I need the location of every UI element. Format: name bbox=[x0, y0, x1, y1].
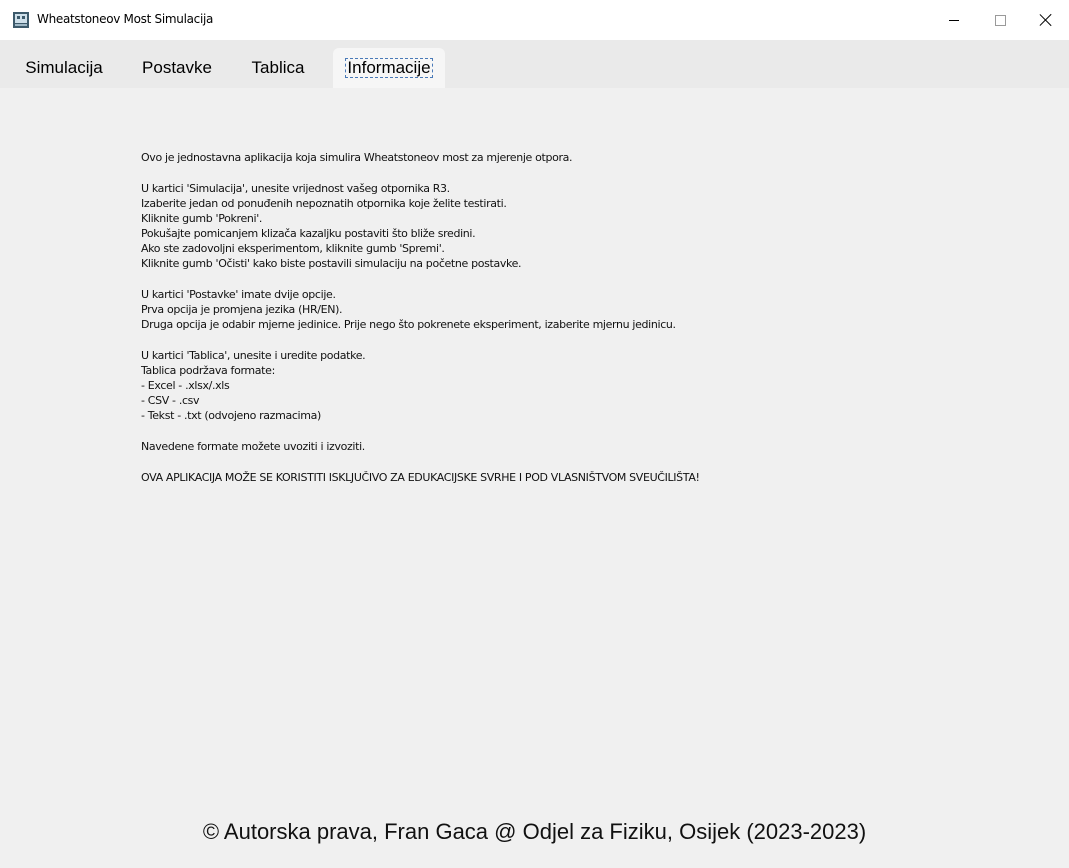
maximize-button[interactable] bbox=[977, 0, 1023, 40]
info-line: Tablica podržava formate: bbox=[141, 364, 275, 377]
info-line: - Tekst - .txt (odvojeno razmacima) bbox=[141, 409, 321, 422]
info-line: Kliknite gumb 'Očisti' kako biste postav… bbox=[141, 257, 522, 270]
app-icon bbox=[13, 12, 29, 28]
info-line: - CSV - .csv bbox=[141, 394, 200, 407]
tab-label: Postavke bbox=[142, 58, 212, 77]
tab-label: Tablica bbox=[251, 58, 305, 77]
maximize-icon bbox=[994, 14, 1006, 26]
info-warning: OVA APLIKACIJA MOŽE SE KORISTITI ISKLJUČ… bbox=[141, 471, 700, 484]
copyright-footer: © Autorska prava, Fran Gaca @ Odjel za F… bbox=[202, 819, 867, 844]
info-line: U kartici 'Postavke' imate dvije opcije. bbox=[141, 288, 336, 301]
tab-postavke[interactable]: Postavke bbox=[129, 48, 225, 88]
tab-bar: Simulacija Postavke Tablica Informacije bbox=[0, 40, 1069, 88]
close-icon bbox=[1039, 13, 1053, 27]
app-window: Wheatstoneov Most Simulacija Simulacija … bbox=[0, 0, 1069, 868]
info-line: U kartici 'Simulacija', unesite vrijedno… bbox=[141, 182, 450, 195]
info-panel: Ovo je jednostavna aplikacija koja simul… bbox=[0, 88, 1069, 868]
close-button[interactable] bbox=[1023, 0, 1069, 40]
info-line: Druga opcija je odabir mjerne jedinice. … bbox=[141, 318, 676, 331]
info-line: Izaberite jedan od ponuđenih nepoznatih … bbox=[141, 197, 507, 210]
minimize-icon bbox=[949, 19, 959, 21]
window-title: Wheatstoneov Most Simulacija bbox=[37, 12, 214, 26]
tab-informacije[interactable]: Informacije bbox=[333, 48, 445, 88]
info-line: - Excel - .xlsx/.xls bbox=[141, 379, 230, 392]
info-line: Ako ste zadovoljni eksperimentom, klikni… bbox=[141, 242, 445, 255]
info-line: Pokušajte pomicanjem klizača kazaljku po… bbox=[141, 227, 476, 240]
info-formats: Navedene formate možete uvoziti i izvozi… bbox=[141, 440, 365, 453]
info-line: Kliknite gumb 'Pokreni'. bbox=[141, 212, 263, 225]
info-line: Prva opcija je promjena jezika (HR/EN). bbox=[141, 303, 343, 316]
minimize-button[interactable] bbox=[931, 0, 977, 40]
tab-label: Simulacija bbox=[25, 58, 103, 77]
tab-simulacija[interactable]: Simulacija bbox=[8, 48, 120, 88]
tab-label: Informacije bbox=[345, 58, 433, 78]
tab-tablica[interactable]: Tablica bbox=[232, 48, 324, 88]
title-bar[interactable]: Wheatstoneov Most Simulacija bbox=[0, 0, 1069, 40]
info-intro: Ovo je jednostavna aplikacija koja simul… bbox=[141, 151, 573, 164]
info-line: U kartici 'Tablica', unesite i uredite p… bbox=[141, 349, 366, 362]
info-text: Ovo je jednostavna aplikacija koja simul… bbox=[141, 150, 1001, 485]
